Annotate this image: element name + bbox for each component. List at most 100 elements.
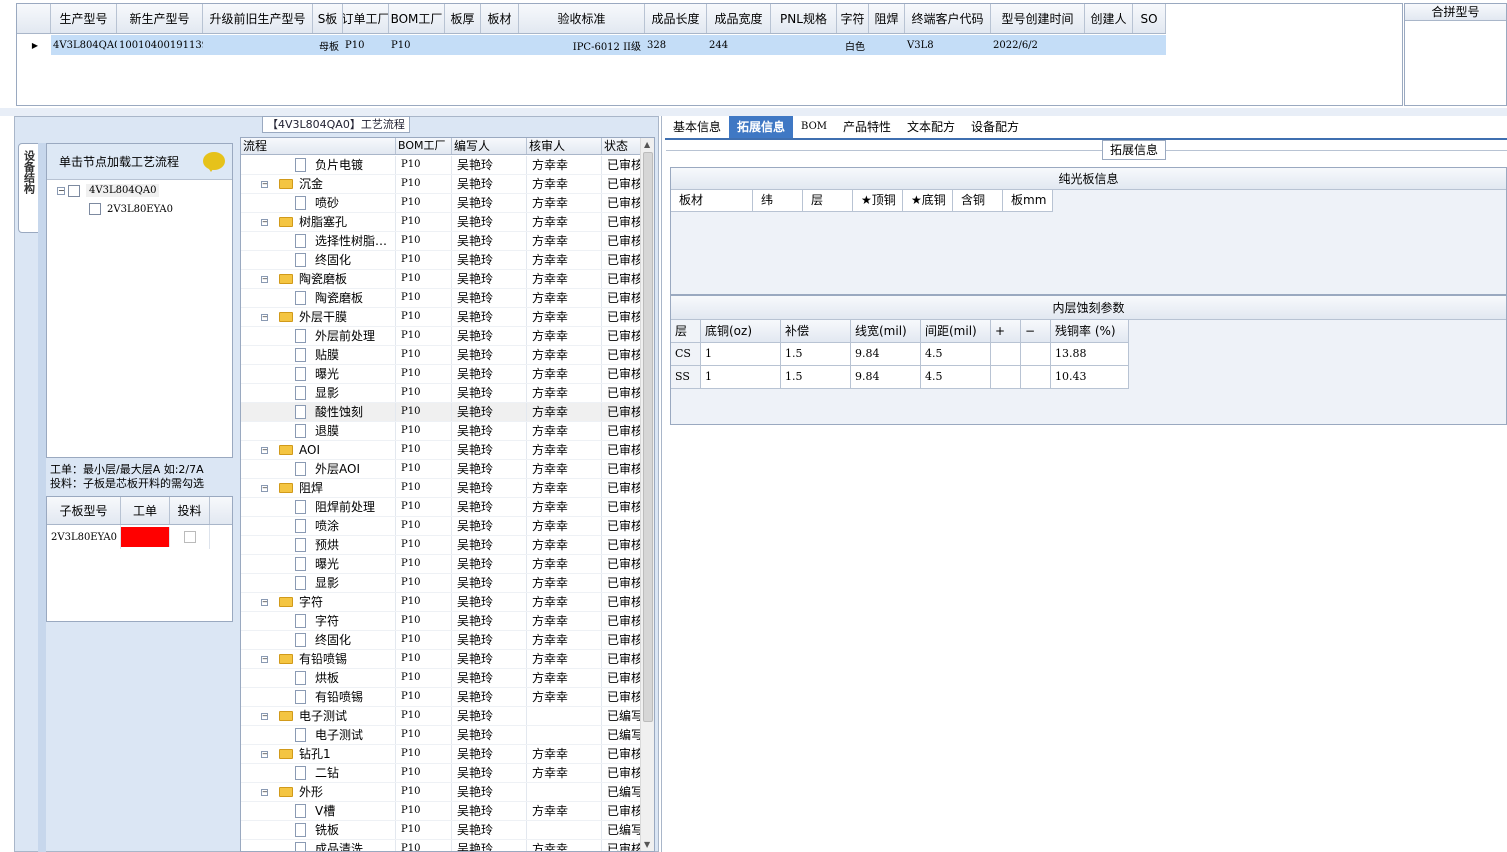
etch-cell[interactable]: 1.5 [781,366,851,389]
process-row[interactable]: 终固化 P10 吴艳玲 方幸幸 已审核 [241,631,641,650]
cell-5[interactable]: P10 [389,35,445,55]
etch-col-3[interactable]: 线宽(mil) [851,320,921,343]
etch-cell[interactable]: SS [671,366,701,389]
tab-5[interactable]: 设备配方 [963,116,1027,138]
expand-toggle-icon[interactable]: − [261,656,268,663]
cell-8[interactable]: IPC-6012 II级 [519,35,645,55]
process-row[interactable]: − AOI P10 吴艳玲 方幸幸 已审核 [241,441,641,460]
etch-cell[interactable]: 1.5 [781,343,851,366]
etch-cell[interactable] [991,366,1021,389]
process-row[interactable]: 烘板 P10 吴艳玲 方幸幸 已审核 [241,669,641,688]
process-row[interactable]: − 阻焊 P10 吴艳玲 方幸幸 已审核 [241,479,641,498]
etch-cell[interactable] [1021,366,1051,389]
process-row[interactable]: 二钻 P10 吴艳玲 方幸幸 已审核 [241,764,641,783]
process-row[interactable]: 喷砂 P10 吴艳玲 方幸幸 已审核 [241,194,641,213]
expand-toggle-icon[interactable]: − [261,314,268,321]
etch-cell[interactable] [991,343,1021,366]
cell-16[interactable] [1085,35,1133,55]
pure-col-2[interactable]: 层 [803,190,853,212]
process-row[interactable]: 显影 P10 吴艳玲 方幸幸 已审核 [241,384,641,403]
process-row[interactable]: 电子测试 P10 吴艳玲 已编写 [241,726,641,745]
process-row[interactable]: 终固化 P10 吴艳玲 方幸幸 已审核 [241,251,641,270]
col-header-6[interactable]: 板厚 [445,4,481,33]
etch-row[interactable]: CS 1 1.5 9.84 4.5 13.88 [671,343,1506,366]
etch-cell[interactable]: 4.5 [921,343,991,366]
work-order-input[interactable] [121,527,170,547]
process-row[interactable]: 酸性蚀刻 P10 吴艳玲 方幸幸 已审核 [241,403,641,422]
process-row[interactable]: 负片电镀 P10 吴艳玲 方幸幸 已审核 [241,156,641,175]
process-row[interactable]: 曝光 P10 吴艳玲 方幸幸 已审核 [241,555,641,574]
expand-toggle-icon[interactable]: − [261,751,268,758]
etch-col-7[interactable]: 残铜率 (%) [1051,320,1129,343]
pure-col-1[interactable]: 纬 [753,190,803,212]
pure-col-4[interactable]: ★底铜 [903,190,953,212]
process-row[interactable]: 字符 P10 吴艳玲 方幸幸 已审核 [241,612,641,631]
col-header-4[interactable]: 订单工厂 [343,4,389,33]
etch-cell[interactable]: 13.88 [1051,343,1129,366]
tree-node-root[interactable]: − 4V3L804QA0 [57,184,160,197]
cell-12[interactable]: 白色 [837,35,869,55]
etch-col-6[interactable]: − [1021,320,1051,343]
process-row[interactable]: 曝光 P10 吴艳玲 方幸幸 已审核 [241,365,641,384]
cell-11[interactable] [771,35,837,55]
etch-cell[interactable]: CS [671,343,701,366]
process-row[interactable]: 阻焊前处理 P10 吴艳玲 方幸幸 已审核 [241,498,641,517]
tab-3[interactable]: 产品特性 [835,116,899,138]
tree-checkbox[interactable] [68,184,80,197]
col-header-9[interactable]: 成品长度 [645,4,707,33]
product-grid-row[interactable]: ▶ 4V3L804QA0 10010400191139 母板 P10 P10 IPC-601… [17,35,1166,55]
process-scrollbar[interactable]: ▲ ▼ [640,138,654,851]
process-row[interactable]: − 树脂塞孔 P10 吴艳玲 方幸幸 已审核 [241,213,641,232]
tab-2[interactable]: BOM [793,116,835,138]
col-header-16[interactable]: 创建人 [1085,4,1133,33]
expand-toggle-icon[interactable]: − [261,276,268,283]
col-header-3[interactable]: S板 [313,4,343,33]
etch-cell[interactable]: 9.84 [851,366,921,389]
cell-2[interactable] [203,35,313,55]
etch-col-4[interactable]: 间距(mil) [921,320,991,343]
col-header-7[interactable]: 板材 [481,4,519,33]
feed-checkbox[interactable] [183,531,196,543]
etch-cell[interactable]: 4.5 [921,366,991,389]
etch-cell[interactable]: 1 [701,366,781,389]
tab-4[interactable]: 文本配方 [899,116,963,138]
col-header-15[interactable]: 型号创建时间 [991,4,1085,33]
col-header-1[interactable]: 新生产型号 [117,4,203,33]
etch-cell[interactable]: 9.84 [851,343,921,366]
col-header-2[interactable]: 升级前旧生产型号 [203,4,313,33]
process-row[interactable]: 退膜 P10 吴艳玲 方幸幸 已审核 [241,422,641,441]
process-row[interactable]: 选择性树脂… P10 吴艳玲 方幸幸 已审核 [241,232,641,251]
process-row[interactable]: 外层前处理 P10 吴艳玲 方幸幸 已审核 [241,327,641,346]
cell-10[interactable]: 244 [707,35,771,55]
etch-row[interactable]: SS 1 1.5 9.84 4.5 10.43 [671,366,1506,389]
col-header-14[interactable]: 终端客户代码 [905,4,991,33]
process-row[interactable]: − 钻孔1 P10 吴艳玲 方幸幸 已审核 [241,745,641,764]
etch-cell[interactable] [1021,343,1051,366]
etch-cell[interactable]: 10.43 [1051,366,1129,389]
col-header-10[interactable]: 成品宽度 [707,4,771,33]
col-header-13[interactable]: 阻焊 [869,4,905,33]
tree-checkbox[interactable] [89,203,101,215]
col-header-0[interactable]: 生产型号 [51,4,117,33]
etch-col-5[interactable]: + [991,320,1021,343]
cell-4[interactable]: P10 [343,35,389,55]
process-row[interactable]: V槽 P10 吴艳玲 方幸幸 已审核 [241,802,641,821]
pure-col-0[interactable]: 板材 [671,190,753,212]
col-header-11[interactable]: PNL规格 [771,4,837,33]
equipment-structure-tab[interactable]: 设备结构 [18,143,39,233]
etch-col-2[interactable]: 补偿 [781,320,851,343]
scroll-down-icon[interactable]: ▼ [644,840,650,849]
cell-9[interactable]: 328 [645,35,707,55]
col-header-5[interactable]: BOM工厂 [389,4,445,33]
process-row[interactable]: 有铅喷锡 P10 吴艳玲 方幸幸 已审核 [241,688,641,707]
pure-col-3[interactable]: ★顶铜 [853,190,903,212]
process-row[interactable]: − 沉金 P10 吴艳玲 方幸幸 已审核 [241,175,641,194]
cell-15[interactable]: 2022/6/2 [991,35,1085,55]
tab-1[interactable]: 拓展信息 [729,116,794,138]
process-row[interactable]: − 电子测试 P10 吴艳玲 已编写 [241,707,641,726]
process-row[interactable]: − 字符 P10 吴艳玲 方幸幸 已审核 [241,593,641,612]
pure-col-6[interactable]: 板mm [1003,190,1053,212]
cell-13[interactable] [869,35,905,55]
expand-toggle-icon[interactable]: − [261,713,268,720]
etch-col-0[interactable]: 层 [671,320,701,343]
